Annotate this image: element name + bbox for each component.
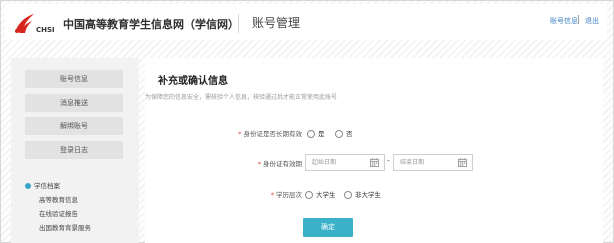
page-title: 账号管理 <box>252 16 301 30</box>
sidebar: 账号信息 消息推送 解绑账号 登录日志 学信档案 高等教育信息 在线验证报告 出… <box>11 58 139 243</box>
sidebar-item-login-log[interactable]: 登录日志 <box>25 141 123 159</box>
header: CHSI 中国高等教育学生信息网（学信网） 账号管理 账号信息 退出 <box>5 4 607 40</box>
account-info-link[interactable]: 账号信息 <box>550 16 578 26</box>
chsi-logo-icon <box>15 14 34 33</box>
logout-link[interactable]: 退出 <box>585 16 599 26</box>
radio-label: 是 <box>318 130 325 138</box>
end-date-input[interactable]: 结束日期 <box>393 154 473 171</box>
radio-circle-icon <box>305 191 313 199</box>
tree-item-higher-education[interactable]: 高等教育信息 <box>39 194 78 204</box>
start-date-placeholder: 起始日期 <box>312 159 337 166</box>
header-divider <box>238 14 239 33</box>
tree-item-online-verification[interactable]: 在线验证报告 <box>39 208 78 218</box>
sidebar-item-account-info[interactable]: 账号信息 <box>25 70 123 88</box>
education-label: * 学历层次 <box>271 189 302 199</box>
end-date-placeholder: 结束日期 <box>400 159 425 166</box>
radio-label: 非大学生 <box>355 191 381 199</box>
radio-circle-icon <box>307 130 315 138</box>
education-college-radio[interactable]: 大学生 <box>305 189 336 199</box>
radio-label: 否 <box>346 130 353 138</box>
tree-header-label: 学信档案 <box>34 182 60 190</box>
validity-label-text: 身份证有效期 <box>263 160 302 168</box>
form-title: 补充或确认信息 <box>158 76 228 87</box>
education-label-text: 学历层次 <box>276 191 302 199</box>
calendar-icon <box>458 158 467 167</box>
long-term-no-radio[interactable]: 否 <box>335 128 353 138</box>
site-name[interactable]: 中国高等教育学生信息网（学信网） <box>63 16 239 32</box>
main-panel: 补充或确认信息 为保障您的信息安全，需核验个人信息，核验通过后才能正常使用此账号… <box>145 58 603 243</box>
bullet-icon <box>25 183 31 189</box>
tree-header[interactable]: 学信档案 <box>25 180 60 190</box>
radio-label: 大学生 <box>316 191 336 199</box>
header-link-separator <box>578 15 579 24</box>
sidebar-item-message-push[interactable]: 消息推送 <box>25 94 123 112</box>
calendar-icon <box>370 158 379 167</box>
logo-chsi-text: CHSI <box>36 26 55 34</box>
radio-circle-icon <box>335 130 343 138</box>
radio-circle-icon <box>344 191 352 199</box>
validity-label: * 身份证有效期 <box>258 158 302 168</box>
long-term-label: * 身份证是否长期有效 <box>238 128 302 138</box>
tree-item-overseas-service[interactable]: 出国教育背景服务 <box>39 222 91 232</box>
start-date-input[interactable]: 起始日期 <box>305 154 385 171</box>
required-mark: * <box>257 160 261 168</box>
form-description: 为保障您的信息安全，需核验个人信息，核验通过后才能正常使用此账号 <box>145 94 338 101</box>
required-mark: * <box>270 191 274 199</box>
education-non-college-radio[interactable]: 非大学生 <box>344 189 381 199</box>
sidebar-item-unbind-account[interactable]: 解绑账号 <box>25 117 123 135</box>
required-mark: * <box>238 130 242 138</box>
long-term-label-text: 身份证是否长期有效 <box>243 130 303 138</box>
date-range-dash: - <box>387 156 390 165</box>
confirm-button[interactable]: 确定 <box>303 218 353 237</box>
long-term-yes-radio[interactable]: 是 <box>307 128 325 138</box>
